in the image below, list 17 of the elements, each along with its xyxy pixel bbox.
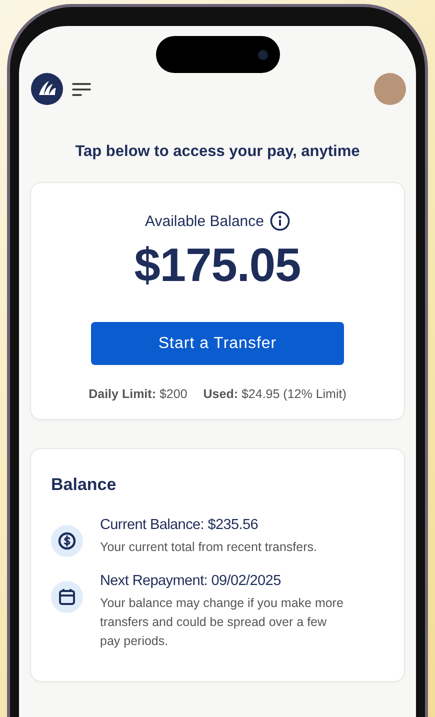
menu-icon[interactable] [72, 82, 91, 96]
calendar-icon [51, 581, 83, 613]
section-title: Balance [51, 475, 118, 495]
balance-item-heading: Next Repayment: 09/02/2025 [100, 573, 282, 589]
balance-item-heading: Current Balance: $235.56 [100, 517, 260, 533]
limit-text: Daily Limit: $200 [88, 387, 188, 401]
limit-text: Used: $24.95 (12% Limit) [203, 387, 346, 401]
balance-item-description: Your current total from recent transfers. [100, 539, 318, 556]
start-transfer-button[interactable]: Start a Transfer [91, 322, 344, 365]
headline: Tap below to access your pay, anytime [74, 143, 361, 161]
dollar-icon [51, 525, 83, 557]
balance-amount: $175.05 [134, 237, 301, 292]
balance-item-description: Your balance may change if you make more transfers and could be spread over a few pay periods. [100, 595, 344, 650]
avatar-placeholder[interactable] [374, 73, 406, 105]
available-balance-label: Available Balance [145, 212, 264, 230]
info-icon[interactable] [270, 211, 290, 231]
sail-logo-icon [31, 73, 63, 105]
